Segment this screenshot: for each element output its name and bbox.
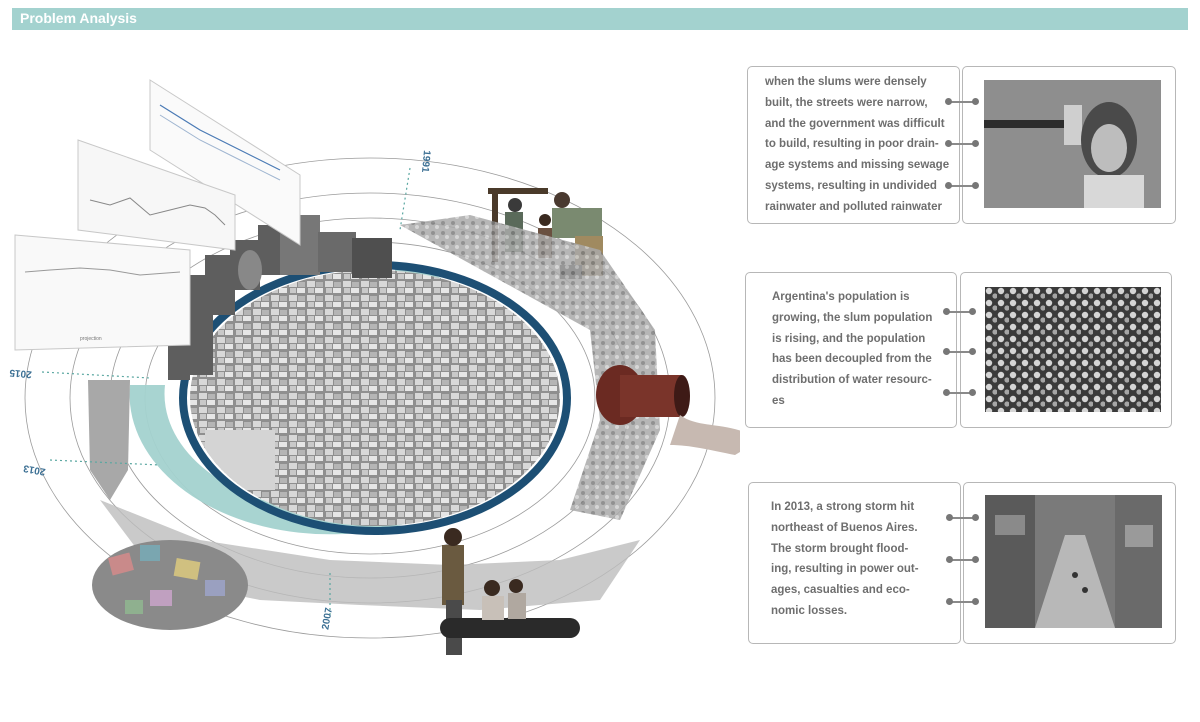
panel-3-dot-1 <box>946 514 953 521</box>
page-title: Problem Analysis <box>20 10 137 26</box>
slum-terrain-left <box>88 380 130 500</box>
chart-legend-label: projection <box>80 336 102 342</box>
panel-1-text-card: when the slums were densely built, the s… <box>747 66 960 224</box>
panel-2-dot-2b <box>969 348 976 355</box>
panel-3-dot-2 <box>946 556 953 563</box>
panel-1-dot-1b <box>972 98 979 105</box>
panel-2-dot-1 <box>943 308 950 315</box>
chart-document-3: projection <box>14 234 191 351</box>
panel-2-dot-1b <box>969 308 976 315</box>
panel-1-dot-3 <box>945 182 952 189</box>
collage-illustration: projection 1991 2015 2013 2007 <box>0 40 760 717</box>
panel-2-dot-3 <box>943 389 950 396</box>
flooded-street-photo <box>985 495 1162 628</box>
panel-3-dot-3b <box>972 598 979 605</box>
panel-3-text-card: In 2013, a strong storm hit northeast of… <box>748 482 961 644</box>
panel-1-dot-1 <box>945 98 952 105</box>
crowd-aerial-photo <box>985 287 1161 412</box>
garbage-pile <box>92 540 248 630</box>
panel-1-dot-2b <box>972 140 979 147</box>
collage-svg: projection 1991 2015 2013 2007 <box>9 79 760 655</box>
panel-1-text: when the slums were densely built, the s… <box>765 76 950 213</box>
panel-3-dot-1b <box>972 514 979 521</box>
panel-1-dot-3b <box>972 182 979 189</box>
panel-2-dot-2 <box>943 348 950 355</box>
panel-1-dot-2 <box>945 140 952 147</box>
panel-2-dot-3b <box>969 389 976 396</box>
panel-2-text: Argentina's population is growing, the s… <box>772 291 933 407</box>
year-label-2015: 2015 <box>9 367 33 380</box>
panel-2-text-card: Argentina's population is growing, the s… <box>745 272 957 428</box>
year-label-2007: 2007 <box>320 606 335 630</box>
panel-3-dot-2b <box>972 556 979 563</box>
header-bar: Problem Analysis <box>12 8 1188 30</box>
year-label-2013: 2013 <box>22 462 46 477</box>
panel-3-text: In 2013, a strong storm hit northeast of… <box>771 501 919 617</box>
child-at-water-pipe-photo <box>984 80 1161 208</box>
panel-3-dot-3 <box>946 598 953 605</box>
year-label-1991: 1991 <box>419 150 432 174</box>
